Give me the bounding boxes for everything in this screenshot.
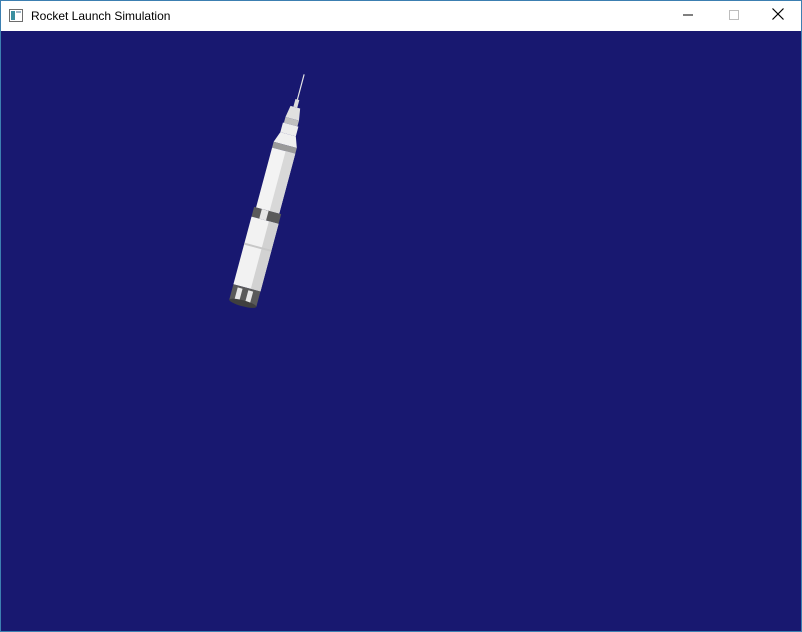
window-title: Rocket Launch Simulation bbox=[31, 9, 171, 23]
app-window: Rocket Launch Simulation bbox=[0, 0, 802, 632]
minimize-button[interactable] bbox=[665, 1, 711, 31]
rocket bbox=[229, 74, 305, 308]
simulation-canvas[interactable] bbox=[1, 31, 801, 631]
minimize-icon bbox=[683, 7, 693, 25]
close-button[interactable] bbox=[755, 1, 801, 31]
maximize-button[interactable] bbox=[711, 1, 757, 31]
close-icon bbox=[772, 7, 784, 25]
app-icon bbox=[9, 9, 23, 22]
maximize-icon bbox=[729, 7, 739, 25]
title-bar[interactable]: Rocket Launch Simulation bbox=[1, 1, 801, 31]
